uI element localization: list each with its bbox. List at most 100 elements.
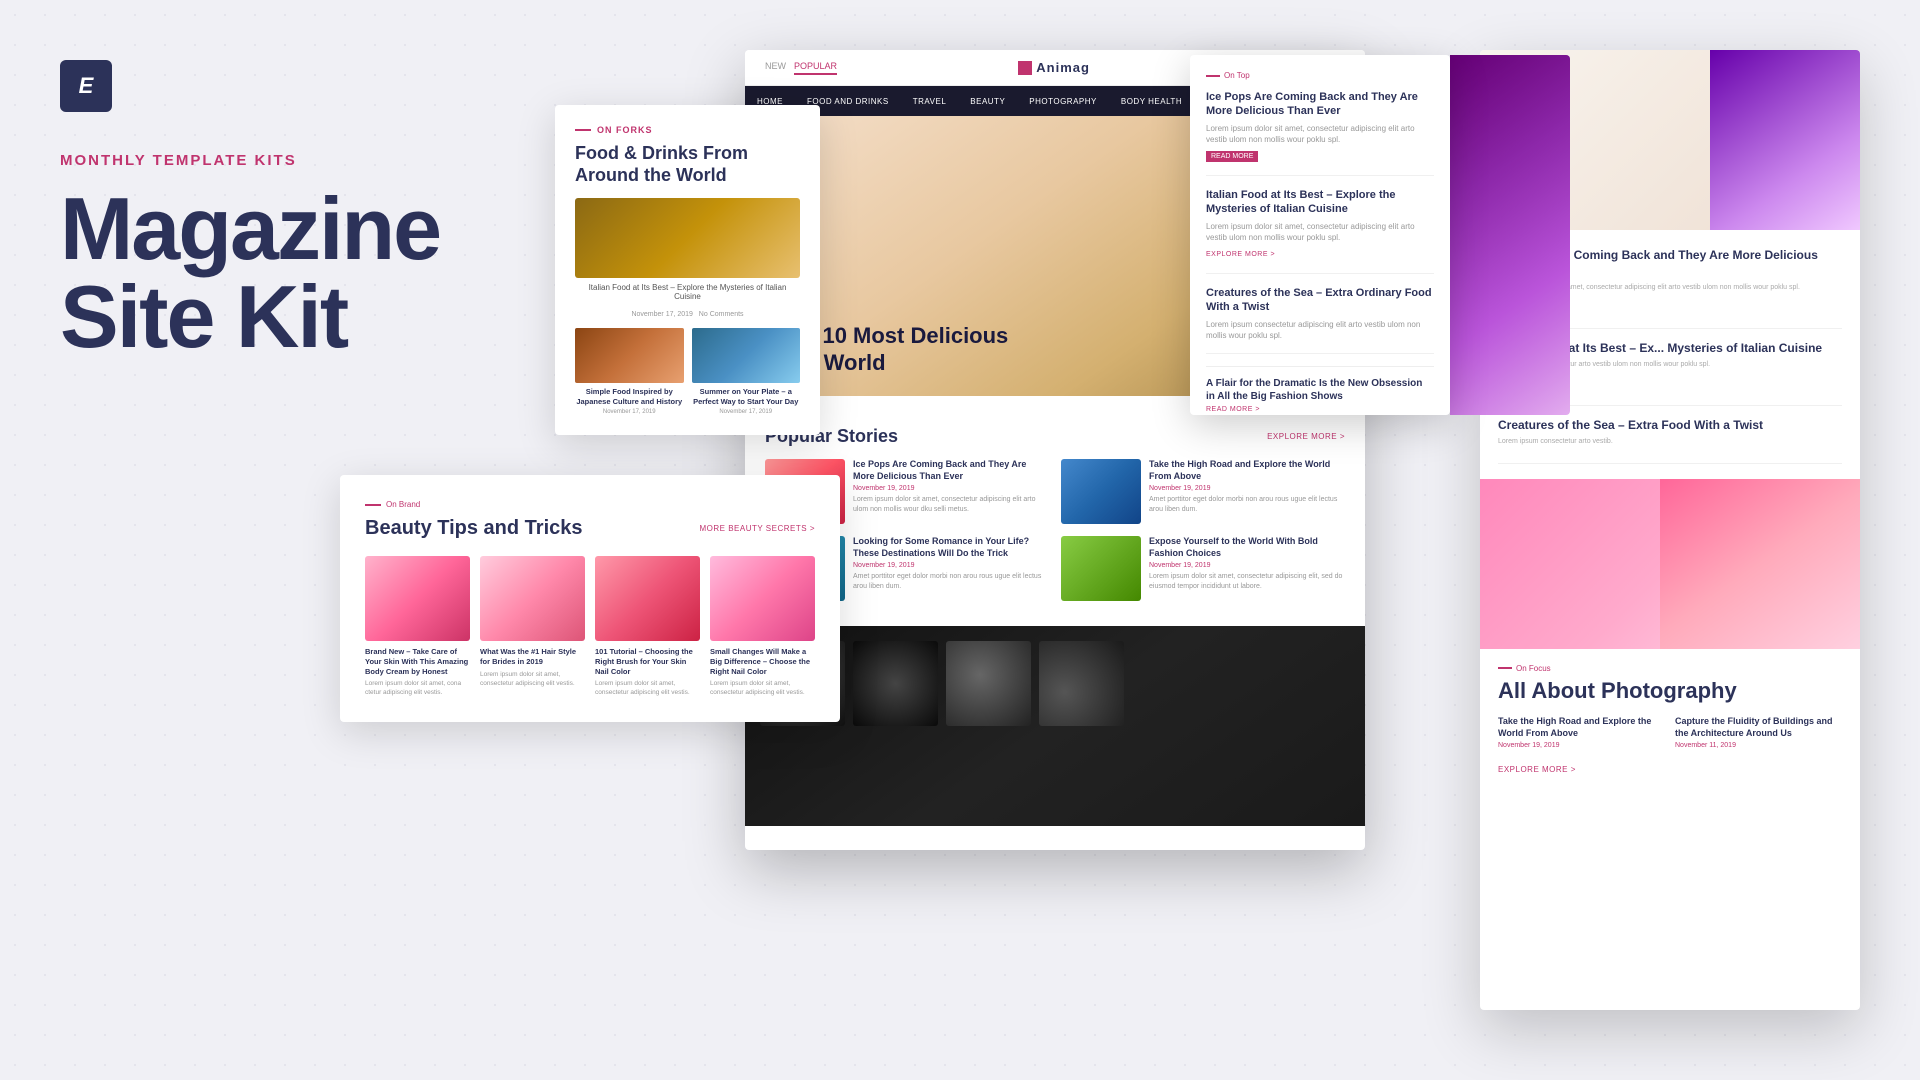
fashion-read-more[interactable]: READ MORE > — [1206, 406, 1434, 413]
photo-date-1: November 19, 2019 — [1498, 742, 1665, 749]
food-main-article-title: Italian Food at Its Best – Explore the M… — [575, 283, 800, 301]
beauty-item-1: Brand New – Take Care of Your Skin With … — [365, 556, 470, 697]
food-article-2: Summer on Your Plate – a Perfect Way to … — [692, 328, 801, 415]
beauty-img-2 — [480, 556, 585, 641]
nav-photography[interactable]: PHOTOGRAPHY — [1017, 97, 1109, 106]
story-date-2: November 19, 2019 — [1149, 485, 1345, 492]
main-title-line2: Site Kit — [60, 267, 347, 366]
sidebar-title-2: Italian Food at Its Best – Explore the M… — [1206, 188, 1434, 217]
photo-title-1: Take the High Road and Explore the World… — [1498, 716, 1665, 739]
nav-beauty[interactable]: BEAUTY — [958, 97, 1017, 106]
story-desc-4: Lorem ipsum dolor sit amet, consectetur … — [1149, 572, 1345, 592]
explore-more-link[interactable]: EXPLORE MORE > — [1267, 432, 1345, 441]
right-article-3: Creatures of the Sea – Extra Food With a… — [1498, 418, 1842, 464]
food-article-1-date: November 17, 2019 — [575, 409, 684, 415]
food-article-1-image — [575, 328, 684, 383]
sidebar-title-1: Ice Pops Are Coming Back and They Are Mo… — [1206, 90, 1434, 119]
sidebar-article-1: Ice Pops Are Coming Back and They Are Mo… — [1206, 90, 1434, 176]
food-main-article-date: November 17, 2019 No Comments — [575, 311, 800, 318]
photo-title-2: Capture the Fluidity of Buildings and th… — [1675, 716, 1842, 739]
beauty-item-text-2: Lorem ipsum dolor sit amet, consectetur … — [480, 670, 585, 688]
story-img-2 — [1061, 459, 1141, 524]
beauty-item-title-4: Small Changes Will Make a Big Difference… — [710, 647, 815, 676]
photo-article-1: Take the High Road and Explore the World… — [1498, 716, 1665, 749]
story-date-4: November 19, 2019 — [1149, 562, 1345, 569]
right-article-text-3: Lorem ipsum consectetur arto vestib. — [1498, 437, 1842, 448]
beauty-item-text-3: Lorem ipsum dolor sit amet, consectetur … — [595, 679, 700, 697]
story-text-2: Take the High Road and Explore the World… — [1149, 459, 1345, 524]
story-img-4 — [1061, 536, 1141, 601]
photography-section: On Focus All About Photography Take the … — [1498, 664, 1842, 777]
photo-grid: Take the High Road and Explore the World… — [1498, 716, 1842, 749]
right-sidebar-panel: On Top Ice Pops Are Coming Back and They… — [1190, 55, 1450, 415]
photo-article-2: Capture the Fluidity of Buildings and th… — [1675, 716, 1842, 749]
photography-title: All About Photography — [1498, 678, 1842, 704]
story-desc-2: Amet porttitor eget dolor morbi non arou… — [1149, 495, 1345, 515]
beauty-grid: Brand New – Take Care of Your Skin With … — [365, 556, 815, 697]
story-title-4: Expose Yourself to the World With Bold F… — [1149, 536, 1345, 559]
fashion-caption: A Flair for the Dramatic Is the New Obse… — [1206, 366, 1434, 413]
fashion-caption-title: A Flair for the Dramatic Is the New Obse… — [1206, 377, 1434, 403]
mag-logo-text: Animag — [1036, 60, 1090, 75]
sidebar-article-3: Creatures of the Sea – Extra Ordinary Fo… — [1206, 286, 1434, 354]
fashion-woman-image — [1450, 55, 1570, 415]
beauty-item-text-4: Lorem ipsum dolor sit amet, consectetur … — [710, 679, 815, 697]
sidebar-badge-1[interactable]: READ MORE — [1206, 151, 1258, 162]
mag-header-popular: POPULAR — [794, 61, 837, 75]
photo-tag: On Focus — [1498, 664, 1842, 673]
story-item-2: Take the High Road and Explore the World… — [1061, 459, 1345, 524]
story-title-3: Looking for Some Romance in Your Life? T… — [853, 536, 1049, 559]
story-title-2: Take the High Road and Explore the World… — [1149, 459, 1345, 482]
stories-grid: Ice Pops Are Coming Back and They Are Mo… — [765, 459, 1345, 601]
fashion-overlay — [1450, 55, 1570, 415]
beauty-tag: On Brand — [365, 500, 815, 509]
elementor-icon-label: E — [79, 73, 94, 99]
story-desc-1: Lorem ipsum dolor sit amet, consectetur … — [853, 495, 1049, 515]
story-text-1: Ice Pops Are Coming Back and They Are Mo… — [853, 459, 1049, 524]
sidebar-text-1: Lorem ipsum dolor sit amet, consectetur … — [1206, 123, 1434, 145]
beauty-item-text-1: Lorem ipsum dolor sit amet, cona ctetur … — [365, 679, 470, 697]
camera-4 — [1039, 641, 1124, 726]
beauty-item-title-1: Brand New – Take Care of Your Skin With … — [365, 647, 470, 676]
food-article-1: Simple Food Inspired by Japanese Culture… — [575, 328, 684, 415]
elementor-logo: E — [60, 60, 112, 112]
section-header: Popular Stories EXPLORE MORE > — [765, 426, 1345, 447]
mag-header-new: NEW — [765, 61, 786, 75]
story-date-1: November 19, 2019 — [853, 485, 1049, 492]
photo-explore[interactable]: EXPLORE MORE > — [1498, 765, 1576, 774]
food-article-2-date: November 17, 2019 — [692, 409, 801, 415]
food-article-1-title: Simple Food Inspired by Japanese Culture… — [575, 387, 684, 407]
beauty-img-4 — [710, 556, 815, 641]
mag-logo-icon — [1018, 61, 1032, 75]
story-date-3: November 19, 2019 — [853, 562, 1049, 569]
photo-tag-line — [1498, 667, 1512, 669]
mag-header-links: NEW POPULAR — [765, 61, 837, 75]
right-panel-fashion-img — [1710, 50, 1860, 230]
food-main-image — [575, 198, 800, 278]
sidebar-title-3: Creatures of the Sea – Extra Ordinary Fo… — [1206, 286, 1434, 315]
story-desc-3: Amet porttitor eget dolor morbi non arou… — [853, 572, 1049, 592]
food-article-2-image — [692, 328, 801, 383]
beauty-img-1 — [365, 556, 470, 641]
main-title-line1: Magazine — [60, 179, 440, 278]
sidebar-link-2[interactable]: EXPLORE MORE > — [1206, 251, 1275, 258]
pink-woman-section — [1480, 479, 1860, 649]
beauty-img-3 — [595, 556, 700, 641]
more-secrets-link[interactable]: MORE BEAUTY SECRETS > — [700, 524, 816, 533]
story-text-3: Looking for Some Romance in Your Life? T… — [853, 536, 1049, 601]
food-card-title: Food & Drinks From Around the World — [575, 143, 800, 186]
nav-bodyhealth[interactable]: BODY HEALTH — [1109, 97, 1194, 106]
nav-travel[interactable]: TRAVEL — [901, 97, 959, 106]
sidebar-text-2: Lorem ipsum dolor sit amet, consectetur … — [1206, 221, 1434, 243]
beauty-item-title-3: 101 Tutorial – Choosing the Right Brush … — [595, 647, 700, 676]
sidebar-article-2: Italian Food at Its Best – Explore the M… — [1206, 188, 1434, 274]
beauty-title: Beauty Tips and Tricks — [365, 517, 583, 540]
food-card-tag: On Forks — [575, 125, 800, 135]
right-article-title-3: Creatures of the Sea – Extra Food With a… — [1498, 418, 1842, 434]
camera-3 — [946, 641, 1031, 726]
food-article-2-title: Summer on Your Plate – a Perfect Way to … — [692, 387, 801, 407]
story-text-4: Expose Yourself to the World With Bold F… — [1149, 536, 1345, 601]
mag-logo: Animag — [1018, 60, 1090, 75]
beauty-item-title-2: What Was the #1 Hair Style for Brides in… — [480, 647, 585, 667]
card-beauty: On Brand Beauty Tips and Tricks MORE BEA… — [340, 475, 840, 722]
